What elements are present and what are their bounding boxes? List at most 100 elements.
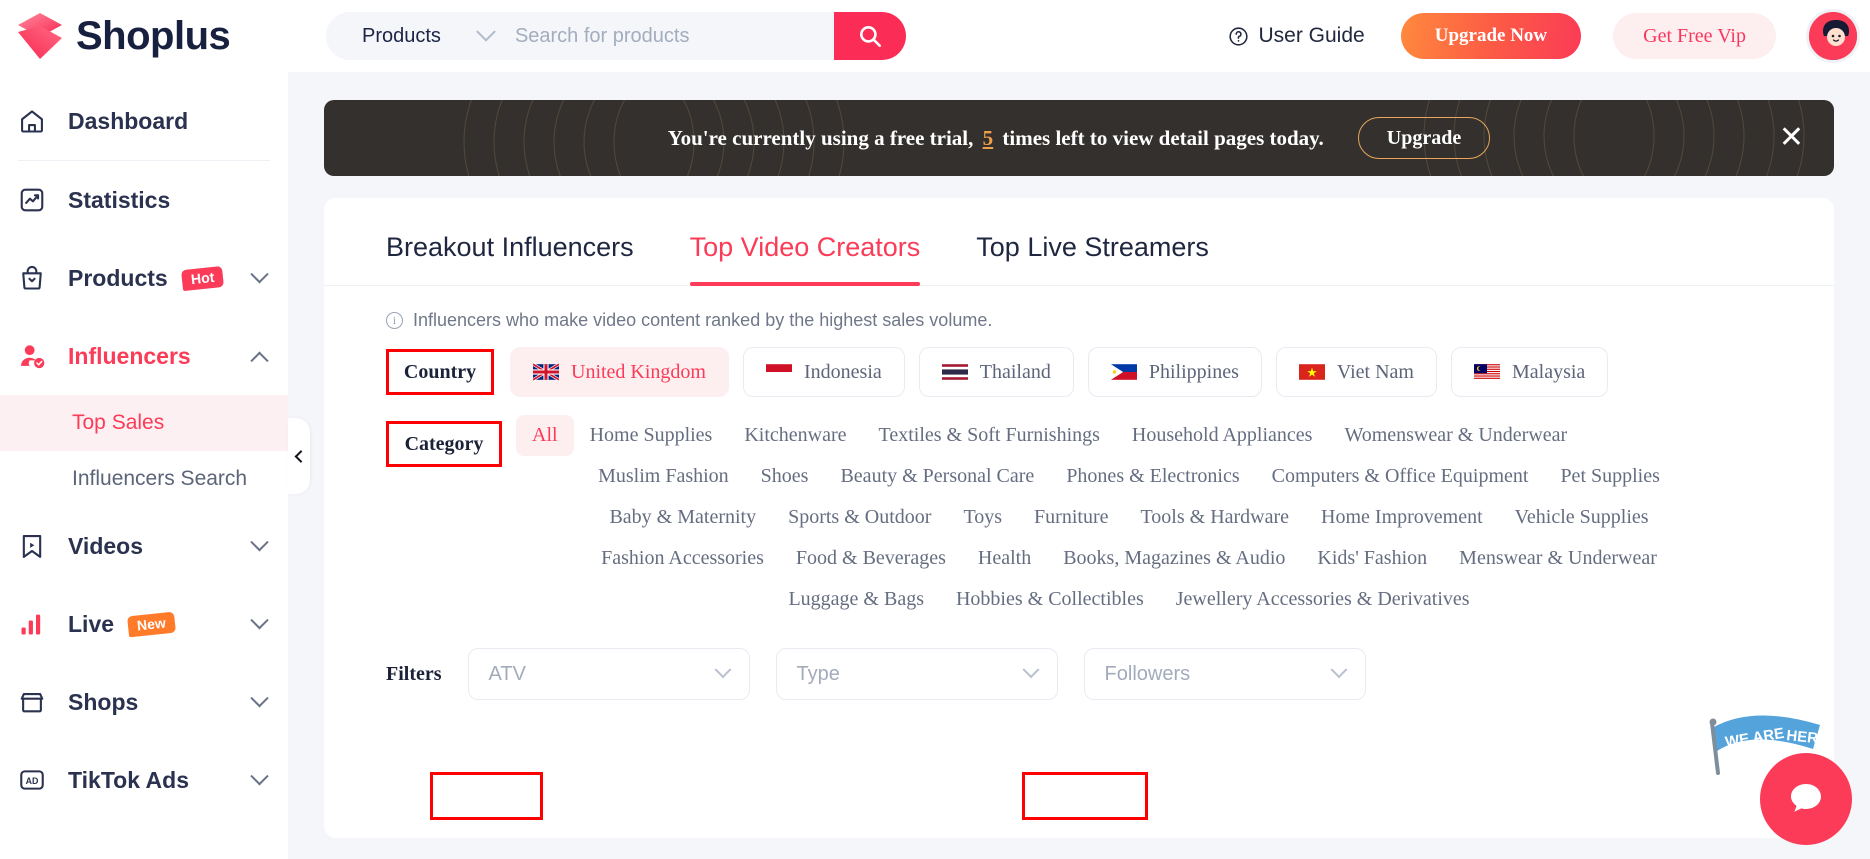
category-option-jewellery-accessories-derivatives[interactable]: Jewellery Accessories & Derivatives [1160, 579, 1486, 620]
search-icon [857, 23, 883, 49]
category-option-muslim-fashion[interactable]: Muslim Fashion [582, 456, 745, 497]
store-icon [18, 688, 52, 716]
country-option-label: Philippines [1149, 361, 1239, 384]
sidebar-item-influencers[interactable]: Influencers [0, 317, 288, 395]
country-option-philippines[interactable]: Philippines [1088, 347, 1262, 397]
chevron-down-icon [250, 767, 268, 785]
category-option-menswear-underwear[interactable]: Menswear & Underwear [1443, 538, 1673, 579]
user-guide-link[interactable]: User Guide [1228, 24, 1365, 48]
ad-icon: AD [18, 766, 52, 794]
panel-hint-text: Influencers who make video content ranke… [413, 310, 992, 331]
sidebar-item-tiktok-ads[interactable]: AD TikTok Ads [0, 741, 288, 819]
category-option-tools-hardware[interactable]: Tools & Hardware [1124, 497, 1305, 538]
category-option-hobbies-collectibles[interactable]: Hobbies & Collectibles [940, 579, 1160, 620]
banner-upgrade-button[interactable]: Upgrade [1358, 117, 1490, 159]
global-search[interactable]: Products [326, 12, 906, 60]
panel-hint: i Influencers who make video content ran… [324, 286, 1834, 331]
atv-select[interactable]: ATV [468, 648, 750, 700]
country-option-united-kingdom[interactable]: United Kingdom [510, 347, 729, 397]
type-select-value: Type [797, 663, 840, 686]
get-free-vip-button[interactable]: Get Free Vip [1613, 13, 1776, 59]
category-option-home-improvement[interactable]: Home Improvement [1305, 497, 1499, 538]
category-option-baby-maternity[interactable]: Baby & Maternity [593, 497, 772, 538]
close-icon[interactable]: ✕ [1779, 123, 1804, 153]
category-option-beauty-personal-care[interactable]: Beauty & Personal Care [824, 456, 1050, 497]
country-option-label: Indonesia [804, 361, 882, 384]
category-option-fashion-accessories[interactable]: Fashion Accessories [585, 538, 780, 579]
home-icon [18, 107, 52, 135]
sidebar-item-label: Products [68, 265, 168, 292]
category-option-food-beverages[interactable]: Food & Beverages [780, 538, 962, 579]
sidebar-item-influencers-search[interactable]: Influencers Search [0, 451, 288, 507]
sidebar-item-label: Statistics [68, 187, 170, 214]
live-bars-icon [18, 610, 52, 638]
category-option-vehicle-supplies[interactable]: Vehicle Supplies [1499, 497, 1665, 538]
search-category-selector[interactable]: Products [326, 25, 493, 48]
sidebar-item-videos[interactable]: Videos [0, 507, 288, 585]
sidebar-item-top-sales[interactable]: Top Sales [0, 395, 288, 451]
flag-id-icon [766, 363, 792, 381]
sidebar-item-products[interactable]: Products Hot [0, 239, 288, 317]
avatar[interactable] [1806, 9, 1860, 63]
country-label: Country [386, 349, 494, 395]
country-options: United Kingdom Indonesia [510, 347, 1608, 397]
country-option-indonesia[interactable]: Indonesia [743, 347, 905, 397]
category-option-womenswear-underwear[interactable]: Womenswear & Underwear [1328, 415, 1583, 456]
upgrade-now-button[interactable]: Upgrade Now [1401, 13, 1581, 59]
country-option-thailand[interactable]: Thailand [919, 347, 1074, 397]
brand-logo[interactable]: Shoplus [0, 0, 288, 72]
tab-top-video-creators[interactable]: Top Video Creators [690, 198, 921, 285]
chat-widget[interactable]: WE ARE HERE! [1700, 699, 1870, 859]
brand-name: Shoplus [76, 16, 230, 56]
tab-top-live-streamers[interactable]: Top Live Streamers [976, 198, 1209, 285]
category-option-toys[interactable]: Toys [947, 497, 1018, 538]
category-option-phones-electronics[interactable]: Phones & Electronics [1050, 456, 1255, 497]
sidebar-item-dashboard[interactable]: Dashboard [0, 82, 288, 160]
category-option-kids-fashion[interactable]: Kids' Fashion [1301, 538, 1443, 579]
sidebar-collapse-handle[interactable] [288, 418, 310, 494]
atv-select-value: ATV [489, 663, 526, 686]
search-button[interactable] [834, 12, 906, 60]
category-option-books-magazines-audio[interactable]: Books, Magazines & Audio [1047, 538, 1301, 579]
sidebar-item-live[interactable]: Live New [0, 585, 288, 663]
category-options: All Home Supplies Kitchenware Textiles &… [516, 415, 1772, 620]
category-option-kitchenware[interactable]: Kitchenware [728, 415, 862, 456]
category-option-computers-office-equipment[interactable]: Computers & Office Equipment [1256, 456, 1545, 497]
chat-bubble-button[interactable] [1760, 753, 1852, 845]
flag-ph-icon [1111, 363, 1137, 381]
type-select[interactable]: Type [776, 648, 1058, 700]
question-circle-icon [1228, 26, 1249, 47]
category-filter-row: Category All Home Supplies Kitchenware T… [324, 415, 1834, 620]
country-option-malaysia[interactable]: Malaysia [1451, 347, 1608, 397]
category-option-furniture[interactable]: Furniture [1018, 497, 1124, 538]
category-option-all[interactable]: All [516, 415, 574, 456]
chevron-down-icon [714, 661, 731, 678]
sidebar-item-statistics[interactable]: Statistics [0, 161, 288, 239]
category-option-sports-outdoor[interactable]: Sports & Outdoor [772, 497, 947, 538]
category-option-household-appliances[interactable]: Household Appliances [1116, 415, 1329, 456]
sidebar-subitem-label: Influencers Search [72, 467, 247, 491]
category-option-pet-supplies[interactable]: Pet Supplies [1544, 456, 1675, 497]
sidebar-item-label: Shops [68, 689, 138, 716]
user-guide-label: User Guide [1259, 24, 1365, 48]
banner-text-before: You're currently using a free trial, [668, 126, 974, 150]
category-option-textiles-soft-furnishings[interactable]: Textiles & Soft Furnishings [863, 415, 1116, 456]
svg-text:HERE!: HERE! [1786, 727, 1826, 749]
category-option-luggage-bags[interactable]: Luggage & Bags [772, 579, 940, 620]
category-option-health[interactable]: Health [962, 538, 1047, 579]
followers-select[interactable]: Followers [1084, 648, 1366, 700]
header-actions: User Guide Upgrade Now Get Free Vip [1228, 9, 1870, 63]
flag-th-icon [942, 363, 968, 381]
banner-message: You're currently using a free trial, 5 t… [668, 126, 1324, 151]
category-option-home-supplies[interactable]: Home Supplies [574, 415, 729, 456]
country-option-label: Viet Nam [1337, 361, 1414, 384]
country-option-viet-nam[interactable]: Viet Nam [1276, 347, 1437, 397]
category-option-shoes[interactable]: Shoes [745, 456, 825, 497]
tab-breakout-influencers[interactable]: Breakout Influencers [386, 198, 634, 285]
search-input[interactable] [493, 25, 834, 48]
sidebar-item-shops[interactable]: Shops [0, 663, 288, 741]
banner-count: 5 [983, 126, 994, 150]
chevron-up-icon [250, 351, 268, 369]
svg-text:AD: AD [26, 776, 39, 786]
flag-my-icon [1474, 363, 1500, 381]
